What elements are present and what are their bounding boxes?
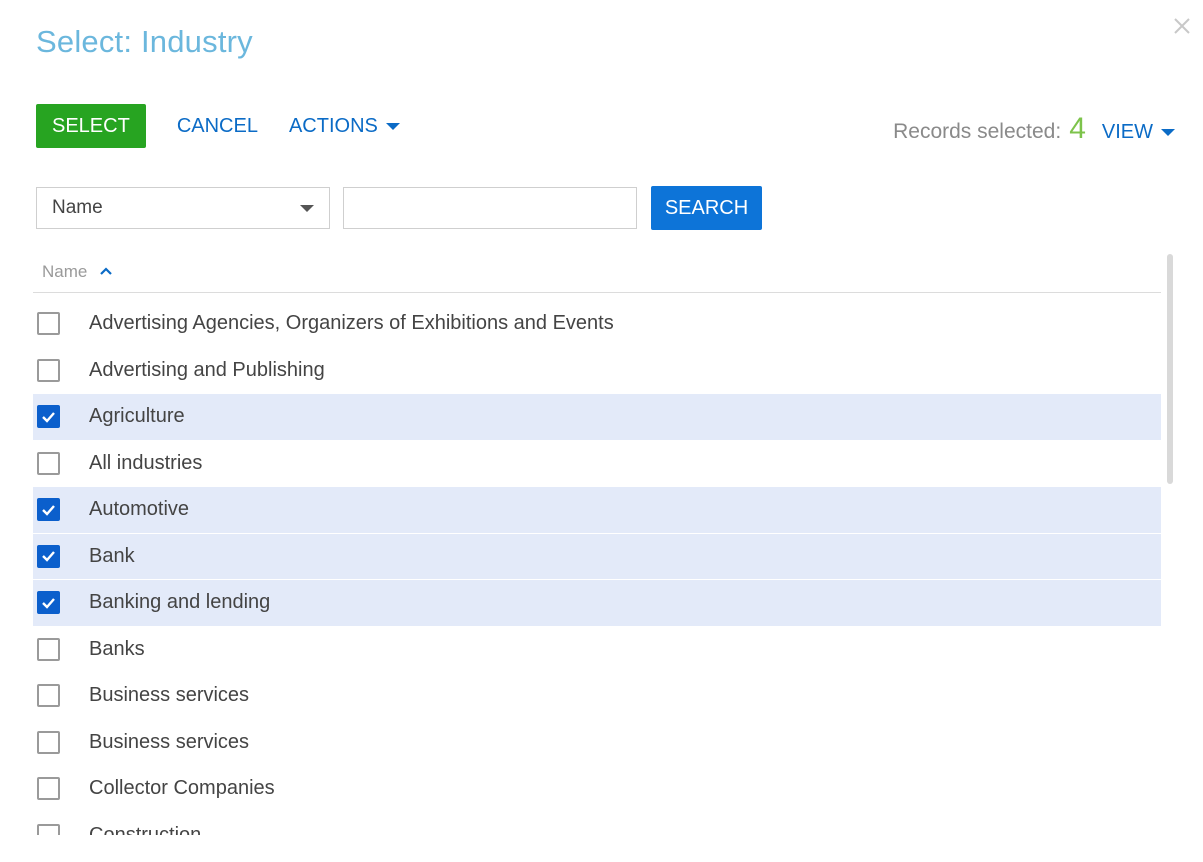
row-checkbox[interactable]: [37, 823, 60, 835]
records-selected-count: 4: [1069, 112, 1086, 145]
list-item[interactable]: Construction: [33, 813, 1161, 835]
list-item[interactable]: Business services: [33, 720, 1161, 766]
list-item[interactable]: Collector Companies: [33, 766, 1161, 813]
search-button[interactable]: SEARCH: [651, 186, 762, 230]
row-checkbox[interactable]: [37, 637, 60, 661]
list-item[interactable]: Banks: [33, 627, 1161, 673]
row-checkbox[interactable]: [37, 777, 60, 801]
row-label: Collector Companies: [89, 777, 275, 800]
checkmark-icon: [42, 551, 55, 563]
row-label: Banking and lending: [89, 591, 271, 614]
row-checkbox[interactable]: [37, 451, 60, 475]
list-item[interactable]: Advertising Agencies, Organizers of Exhi…: [33, 301, 1161, 348]
row-label: Banks: [89, 637, 145, 660]
row-label: Business services: [89, 684, 250, 707]
actions-button-label: ACTIONS: [288, 114, 378, 137]
chevron-down-icon: [385, 122, 400, 130]
checkmark-icon: [42, 597, 55, 609]
records-info: Records selected: 4 VIEW: [893, 112, 1175, 146]
actions-button[interactable]: ACTIONS: [289, 115, 400, 138]
column-header-name[interactable]: Name: [33, 252, 1161, 293]
list-item[interactable]: Banking and lending: [33, 580, 1161, 627]
industry-list: Advertising Agencies, Organizers of Exhi…: [33, 301, 1161, 835]
row-checkbox[interactable]: [37, 684, 60, 708]
view-button-label: VIEW: [1101, 121, 1153, 143]
row-label: Automotive: [89, 498, 190, 521]
checkmark-icon: [42, 504, 55, 516]
row-label: Bank: [89, 544, 135, 567]
cancel-button[interactable]: CANCEL: [177, 115, 258, 138]
list-item[interactable]: Advertising and Publishing: [33, 348, 1161, 394]
row-label: Construction: [89, 823, 202, 835]
row-label: Advertising and Publishing: [89, 358, 325, 381]
close-icon: [1174, 18, 1190, 34]
row-checkbox[interactable]: [37, 405, 60, 429]
row-checkbox[interactable]: [37, 312, 60, 336]
scrollbar[interactable]: [1167, 254, 1173, 484]
view-button[interactable]: VIEW: [1102, 121, 1175, 144]
chevron-down-icon: [1161, 129, 1175, 136]
list-item[interactable]: Automotive: [33, 487, 1161, 534]
column-header-label: Name: [42, 262, 88, 281]
records-selected-label: Records selected:: [893, 120, 1062, 143]
close-button[interactable]: [1170, 14, 1194, 38]
row-label: All industries: [89, 451, 203, 474]
list-item[interactable]: Agriculture: [33, 394, 1161, 441]
filter-row: Name SEARCH: [36, 186, 762, 230]
row-label: Agriculture: [89, 405, 185, 428]
row-checkbox[interactable]: [37, 498, 60, 522]
list-item[interactable]: Business services: [33, 673, 1161, 720]
dialog-title: Select: Industry: [36, 24, 253, 59]
checkmark-icon: [42, 411, 55, 423]
filter-column-select[interactable]: Name: [36, 187, 330, 229]
row-label: Advertising Agencies, Organizers of Exhi…: [89, 312, 614, 335]
search-input[interactable]: [343, 187, 637, 229]
row-checkbox[interactable]: [37, 730, 60, 754]
chevron-down-icon: [300, 204, 314, 212]
row-checkbox[interactable]: [37, 358, 60, 382]
row-label: Business services: [89, 730, 250, 753]
toolbar: SELECT CANCEL ACTIONS: [36, 104, 400, 148]
filter-column-value: Name: [52, 197, 103, 218]
select-button[interactable]: SELECT: [36, 104, 146, 148]
list-item[interactable]: All industries: [33, 441, 1161, 487]
chevron-up-icon: [99, 263, 113, 281]
list-item[interactable]: Bank: [33, 533, 1161, 580]
cancel-button-label: CANCEL: [176, 114, 258, 137]
row-checkbox[interactable]: [37, 591, 60, 615]
row-checkbox[interactable]: [37, 544, 60, 568]
